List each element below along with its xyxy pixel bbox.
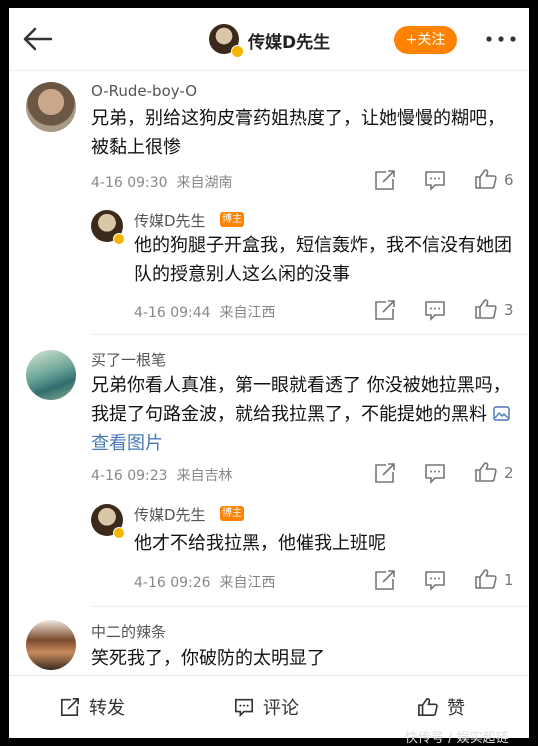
follow-button[interactable]: +关注 — [394, 26, 457, 54]
commenter-name[interactable]: 中二的辣条 — [91, 621, 166, 642]
comment-text: 笑死我了，你破防的太明显了 — [91, 648, 325, 669]
like-count: 3 — [504, 301, 514, 319]
like-count: 2 — [504, 464, 514, 482]
reply-text: 他才不给我拉黑，他催我上班呢 — [134, 533, 386, 554]
reply-time: 4-16 09:26 — [134, 575, 211, 591]
reply-author-name[interactable]: 传媒D先生 — [134, 504, 206, 525]
comment-text: 兄弟，别给这狗皮膏药姐热度了，让她慢慢的糊吧，被黏上很惨 — [91, 108, 505, 158]
commenter-name[interactable]: 买了一根笔 — [91, 349, 166, 370]
watermark: 快传号 / 娱实超链 — [405, 731, 509, 746]
reply-text: 他的狗腿子开盒我，短信轰炸，我不信没有她团队的授意别人这么闲的没事 — [134, 235, 512, 285]
comment-meta: 4-16 09:30 来自湖南 — [91, 172, 232, 192]
commenter-avatar[interactable] — [26, 620, 76, 670]
repost-icon — [61, 698, 79, 716]
reply-location: 来自江西 — [219, 305, 276, 321]
verified-badge-icon — [231, 45, 244, 58]
repost-label: 转发 — [89, 698, 125, 719]
comment-time: 4-16 09:30 — [91, 175, 168, 191]
reply-location: 来自江西 — [219, 575, 276, 591]
author-name[interactable]: 传媒D先生 — [248, 28, 330, 53]
repost-icon[interactable] — [373, 462, 397, 484]
screen: 传媒D先生 +关注 O-Rude-boy-O 兄弟，别给这狗皮膏药姐热度了，让她… — [9, 8, 529, 738]
commenter-name[interactable]: O-Rude-boy-O — [91, 82, 197, 100]
like-count: 1 — [504, 571, 514, 589]
comment-icon[interactable] — [423, 169, 447, 191]
top-bar: 传媒D先生 +关注 — [9, 8, 529, 71]
commenter-avatar[interactable] — [26, 350, 76, 400]
comment-icon[interactable] — [423, 462, 447, 484]
like-icon — [418, 697, 438, 716]
comment-icon[interactable] — [423, 299, 447, 321]
like-label: 赞 — [447, 698, 465, 719]
repost-button[interactable]: 转发 — [59, 694, 125, 720]
reply-meta: 4-16 09:44 来自江西 — [134, 302, 275, 322]
comment-icon — [235, 698, 253, 717]
comment-time: 4-16 09:23 — [91, 468, 168, 484]
commenter-avatar[interactable] — [26, 82, 76, 132]
blogger-badge: 博主 — [220, 212, 244, 227]
back-arrow-icon[interactable] — [21, 26, 53, 52]
reply-author-name[interactable]: 传媒D先生 — [134, 210, 206, 231]
divider — [91, 334, 529, 335]
like-icon[interactable] — [474, 461, 498, 483]
verified-badge-icon — [113, 233, 125, 245]
image-icon — [492, 406, 510, 421]
repost-icon[interactable] — [373, 569, 397, 591]
reply-time: 4-16 09:44 — [134, 305, 211, 321]
like-icon[interactable] — [474, 568, 498, 590]
blogger-badge: 博主 — [220, 506, 244, 521]
comment-text-body: 兄弟你看人真准，第一眼就看透了 你没被她拉黑吗，我提了句路金波，就给我拉黑了，不… — [91, 375, 511, 425]
divider — [91, 606, 529, 607]
comment-meta: 4-16 09:23 来自吉林 — [91, 465, 232, 485]
comment-icon[interactable] — [423, 569, 447, 591]
comment-location: 来自湖南 — [176, 175, 233, 191]
verified-badge-icon — [113, 527, 125, 539]
repost-icon[interactable] — [373, 169, 397, 191]
more-options-icon[interactable] — [484, 30, 518, 48]
comment-button[interactable]: 评论 — [233, 694, 299, 720]
like-icon[interactable] — [474, 298, 498, 320]
comment-label: 评论 — [263, 698, 299, 719]
reply-meta: 4-16 09:26 来自江西 — [134, 572, 275, 592]
comment-location: 来自吉林 — [176, 468, 233, 484]
like-count: 6 — [504, 171, 514, 189]
comment-text: 兄弟你看人真准，第一眼就看透了 你没被她拉黑吗，我提了句路金波，就给我拉黑了，不… — [91, 371, 519, 458]
like-button[interactable]: 赞 — [417, 694, 465, 720]
view-image-label[interactable]: 查看图片 — [91, 433, 163, 454]
repost-icon[interactable] — [373, 299, 397, 321]
like-icon[interactable] — [474, 168, 498, 190]
